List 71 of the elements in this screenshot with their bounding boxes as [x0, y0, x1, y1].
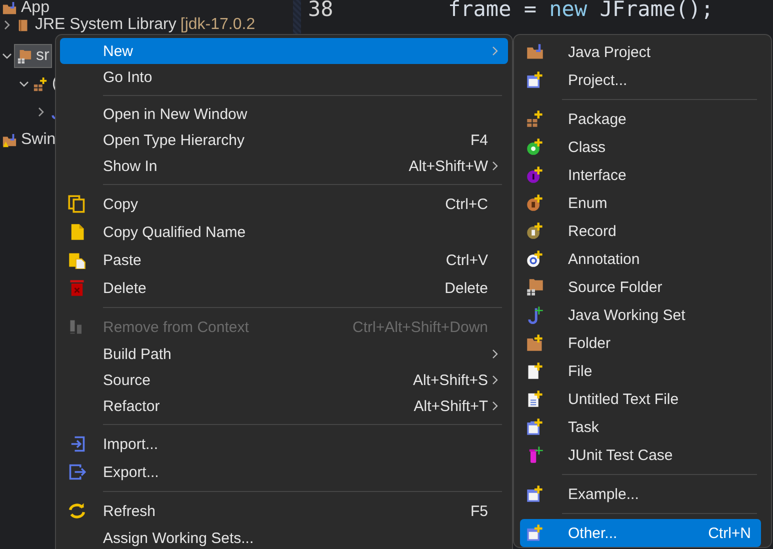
new-window-icon: [526, 485, 544, 503]
interface-icon: [526, 166, 544, 184]
menu-item[interactable]: JUnit Test Case: [520, 441, 761, 469]
menu-item[interactable]: Interface: [520, 161, 761, 189]
annotation-icon: [526, 250, 544, 268]
menu-item[interactable]: Source Alt+Shift+S: [60, 367, 508, 393]
enum-icon: [526, 194, 544, 212]
tree-item[interactable]: sr: [14, 44, 52, 68]
menu-item[interactable]: New: [60, 38, 508, 64]
package-icon: [526, 110, 544, 128]
chevron-right-icon[interactable]: [2, 20, 12, 30]
menu-item[interactable]: Java Working Set: [520, 301, 761, 329]
refresh-icon: [68, 502, 86, 520]
menu-item[interactable]: Go Into: [60, 64, 508, 90]
menu-item[interactable]: Java Project: [520, 38, 761, 66]
menu-item[interactable]: Import...: [60, 430, 508, 458]
copy-icon: [68, 195, 86, 213]
paste-icon: [68, 251, 86, 269]
folder-icon: [526, 43, 544, 61]
menu-item[interactable]: Project...: [520, 66, 761, 94]
menu-item[interactable]: Source Folder: [520, 273, 761, 301]
menu-item[interactable]: Annotation: [520, 245, 761, 273]
menu-item[interactable]: Assign Working Sets...: [60, 525, 508, 549]
menu-item[interactable]: Task: [520, 413, 761, 441]
class-icon: [526, 138, 544, 156]
menu-item[interactable]: Paste Ctrl+V: [60, 246, 508, 274]
file-icon: [526, 362, 544, 380]
chevron-down-icon[interactable]: [2, 51, 12, 61]
menu-item[interactable]: Refresh F5: [60, 497, 508, 525]
text-file-icon: [526, 390, 544, 408]
menu-item[interactable]: Show In Alt+Shift+W: [60, 153, 508, 179]
menu-item[interactable]: Open Type Hierarchy F4: [60, 127, 508, 153]
folder-warning-icon: [2, 132, 17, 148]
folder-icon: [526, 334, 544, 352]
menu-item[interactable]: Package: [520, 105, 761, 133]
chevron-down-icon[interactable]: [19, 79, 29, 89]
export-icon: [68, 463, 86, 481]
menu-item[interactable]: Export...: [60, 458, 508, 486]
source-folder-icon: [526, 278, 544, 296]
menu-item[interactable]: Refactor Alt+Shift+T: [60, 393, 508, 419]
menu-item[interactable]: Record: [520, 217, 761, 245]
code-line: frame = new JFrame();: [448, 0, 714, 21]
tree-item[interactable]: Swin: [0, 128, 58, 152]
folder-icon: [2, 0, 17, 16]
trash-icon: [68, 279, 86, 297]
menu-item[interactable]: Other... Ctrl+N: [520, 519, 761, 547]
menu-item[interactable]: File: [520, 357, 761, 385]
menu-item[interactable]: Untitled Text File: [520, 385, 761, 413]
working-set-icon: [526, 306, 544, 324]
source-folder-icon: [17, 48, 32, 64]
new-window-icon: [526, 524, 544, 542]
menu-item[interactable]: Class: [520, 133, 761, 161]
menu-item[interactable]: Folder: [520, 329, 761, 357]
chevron-right-icon[interactable]: [36, 107, 46, 117]
menu-item[interactable]: Example...: [520, 480, 761, 508]
new-window-icon: [526, 71, 544, 89]
menu-item[interactable]: Build Path: [60, 341, 508, 367]
chevron-right-icon: [492, 349, 498, 359]
package-icon: [33, 76, 48, 92]
menu-item[interactable]: Copy Ctrl+C: [60, 190, 508, 218]
menu-item[interactable]: Copy Qualified Name: [60, 218, 508, 246]
chevron-right-icon: [492, 46, 498, 56]
line-number: 38: [307, 0, 334, 21]
chevron-right-icon: [492, 161, 498, 171]
chevron-right-icon: [492, 375, 498, 385]
menu-item[interactable]: Enum: [520, 189, 761, 217]
record-icon: [526, 222, 544, 240]
chevron-right-icon: [492, 401, 498, 411]
task-icon: [526, 418, 544, 436]
menu-item[interactable]: Delete Delete: [60, 274, 508, 302]
menu-item[interactable]: Open in New Window: [60, 101, 508, 127]
